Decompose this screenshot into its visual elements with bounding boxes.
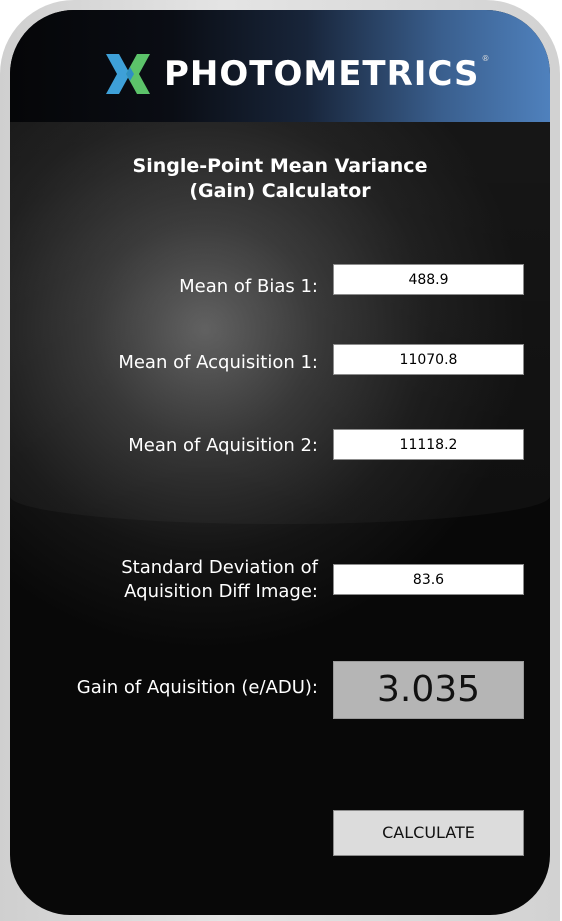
- stddev-diff-label: Standard Deviation of Aquisition Diff Im…: [121, 556, 318, 604]
- gain-result-display: 3.035: [333, 661, 524, 719]
- calculator-screen: PHOTOMETRICS ® Single-Point Mean Varianc…: [10, 10, 550, 915]
- stddev-label-line-2: Aquisition Diff Image:: [124, 581, 318, 602]
- gain-label: Gain of Aquisition (e/ADU):: [76, 677, 318, 698]
- mean-acquisition-2-label: Mean of Aquisition 2:: [128, 435, 318, 456]
- registered-mark: ®: [481, 54, 490, 63]
- stddev-label-line-1: Standard Deviation of: [121, 557, 318, 578]
- photometrics-x-logo-icon: [106, 54, 150, 94]
- brand-logo: PHOTOMETRICS ®: [106, 54, 490, 94]
- brand-name: PHOTOMETRICS: [164, 54, 480, 94]
- mean-bias-1-label: Mean of Bias 1:: [179, 276, 318, 297]
- mean-bias-1-input[interactable]: [333, 264, 524, 295]
- calculator-device: PHOTOMETRICS ® Single-Point Mean Varianc…: [0, 0, 562, 921]
- mean-acquisition-2-input[interactable]: [333, 429, 524, 460]
- header-bar: PHOTOMETRICS ®: [10, 10, 550, 122]
- page-title: Single-Point Mean Variance (Gain) Calcul…: [10, 154, 550, 204]
- title-line-1: Single-Point Mean Variance: [132, 155, 428, 177]
- stddev-diff-input[interactable]: [333, 564, 524, 595]
- mean-acquisition-1-label: Mean of Acquisition 1:: [118, 352, 318, 373]
- mean-acquisition-1-input[interactable]: [333, 344, 524, 375]
- calculate-button[interactable]: CALCULATE: [333, 810, 524, 856]
- title-line-2: (Gain) Calculator: [189, 180, 371, 202]
